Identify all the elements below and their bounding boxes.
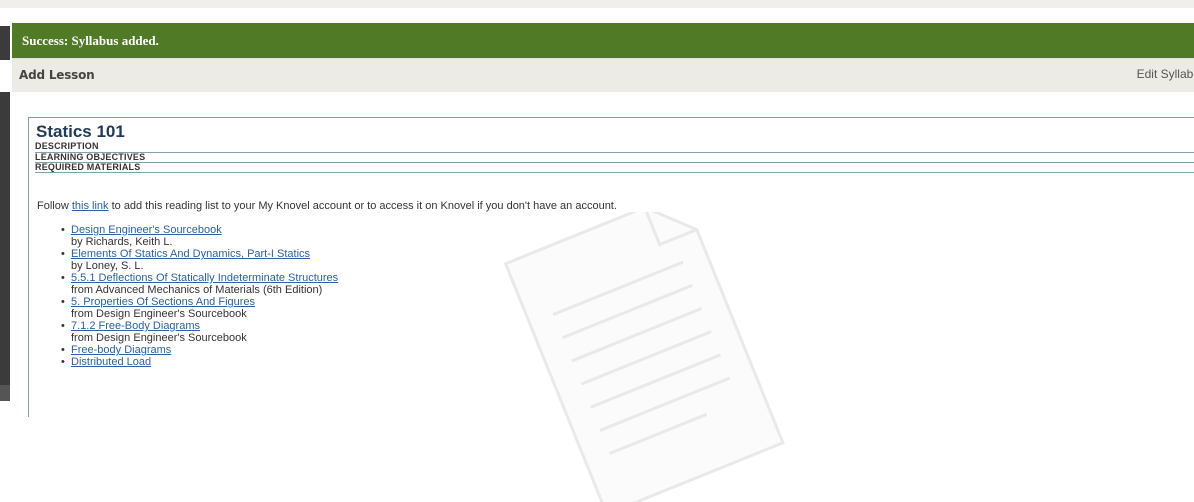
bullet-dot: • xyxy=(61,344,65,356)
item-subtitle: from Design Engineer's Sourcebook xyxy=(71,308,247,320)
top-strip xyxy=(0,0,1194,8)
section-description[interactable]: DESCRIPTION xyxy=(35,142,1194,153)
bullet-dot: • xyxy=(61,248,65,260)
list-item: • Distributed Load xyxy=(61,356,338,368)
item-subtitle: by Richards, Keith L. xyxy=(71,236,173,248)
bullet-dot: • xyxy=(61,320,65,332)
item-subtitle: from Advanced Mechanics of Materials (6t… xyxy=(71,284,323,296)
item-link[interactable]: Distributed Load xyxy=(71,356,151,368)
left-edge-bar xyxy=(0,26,10,60)
list-item: • 5.5.1 Deflections Of Statically Indeter… xyxy=(61,272,338,296)
item-subtitle: from Design Engineer's Sourcebook xyxy=(71,332,247,344)
follow-prefix: Follow xyxy=(37,200,72,212)
reading-list: • Design Engineer's Sourcebook by Richards… xyxy=(61,224,338,368)
list-item: • 7.1.2 Free-Body Diagrams from Design Eng… xyxy=(61,320,338,344)
left-edge-bar xyxy=(0,385,10,401)
syllabus-title: Statics 101 xyxy=(36,122,125,141)
syllabus-panel: Statics 101 DESCRIPTION LEARNING OBJECTI… xyxy=(28,117,1194,417)
list-item: • 5. Properties Of Sections And Figures fr… xyxy=(61,296,338,320)
list-item: • Design Engineer's Sourcebook by Richards… xyxy=(61,224,338,248)
follow-suffix: to add this reading list to your My Knov… xyxy=(108,200,617,212)
item-link[interactable]: Elements Of Statics And Dynamics, Part-I… xyxy=(71,248,310,260)
item-link[interactable]: 5. Properties Of Sections And Figures xyxy=(71,296,255,308)
success-message: Success: Syllabus added. xyxy=(22,33,159,48)
list-item: • Elements Of Statics And Dynamics, Part-… xyxy=(61,248,338,272)
item-subtitle: by Loney, S. L. xyxy=(71,260,144,272)
bullet-dot: • xyxy=(61,272,65,284)
item-link[interactable]: Free-body Diagrams xyxy=(71,344,171,356)
bullet-dot: • xyxy=(61,356,65,368)
add-lesson-button[interactable]: Add Lesson xyxy=(19,68,95,82)
bullet-dot: • xyxy=(61,224,65,236)
list-item: • Free-body Diagrams xyxy=(61,344,338,356)
edit-syllabus-link[interactable]: Edit Syllabu xyxy=(1137,67,1194,81)
this-link[interactable]: this link xyxy=(72,200,109,212)
left-edge-bar xyxy=(0,92,10,388)
bullet-dot: • xyxy=(61,296,65,308)
action-bar: Add Lesson Edit Syllabu xyxy=(12,58,1194,92)
item-link[interactable]: 7.1.2 Free-Body Diagrams xyxy=(71,320,200,332)
item-link[interactable]: 5.5.1 Deflections Of Statically Indeterm… xyxy=(71,272,338,284)
section-required-materials[interactable]: REQUIRED MATERIALS xyxy=(35,163,1194,173)
section-learning-objectives[interactable]: LEARNING OBJECTIVES xyxy=(35,153,1194,163)
success-alert: Success: Syllabus added. xyxy=(12,23,1194,58)
item-link[interactable]: Design Engineer's Sourcebook xyxy=(71,224,222,236)
follow-instructions: Follow this link to add this reading lis… xyxy=(37,200,617,212)
content-area: Statics 101 DESCRIPTION LEARNING OBJECTI… xyxy=(12,92,1194,502)
